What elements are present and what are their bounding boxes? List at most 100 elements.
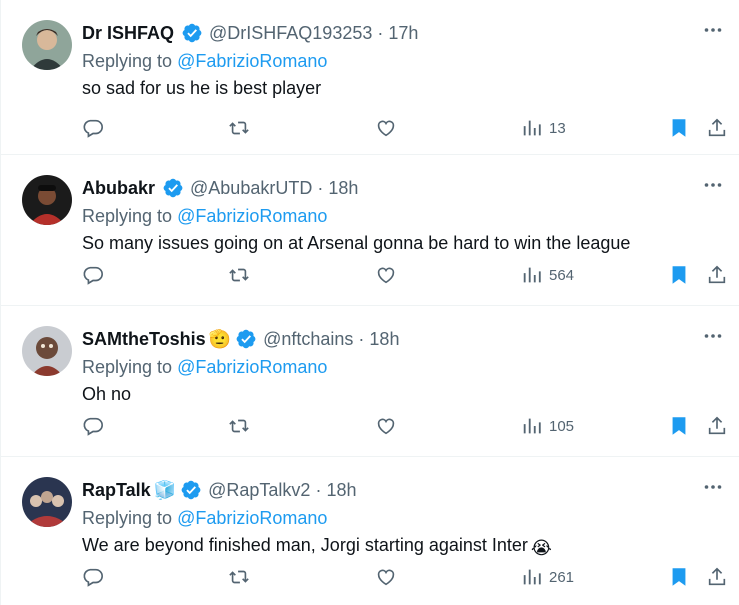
display-name[interactable]: RapTalk xyxy=(82,480,151,501)
replying-to: Replying to @FabrizioRomano xyxy=(82,206,327,227)
avatar[interactable] xyxy=(22,326,72,376)
views-button[interactable]: 564 xyxy=(521,262,574,288)
verified-badge-icon xyxy=(236,329,256,349)
more-icon[interactable] xyxy=(701,324,725,348)
like-icon xyxy=(377,569,395,586)
timestamp[interactable]: 18h xyxy=(369,329,399,350)
views-button[interactable]: 105 xyxy=(521,413,574,439)
separator-dot: · xyxy=(358,328,365,349)
tweet-text-body: We are beyond finished man, Jorgi starti… xyxy=(82,535,528,555)
tweet-header: RapTalk 🧊 @RapTalkv2 · 18h xyxy=(82,478,356,502)
reply-button[interactable] xyxy=(82,262,104,288)
share-button[interactable] xyxy=(706,564,728,590)
bookmark-button[interactable] xyxy=(668,564,690,590)
tweet-text: So many issues going on at Arsenal gonna… xyxy=(82,233,633,254)
reply-tweet[interactable]: RapTalk 🧊 @RapTalkv2 · 18h Replying to @… xyxy=(1,457,739,605)
tweet-header: Abubakr @AbubakrUTD · 18h xyxy=(82,176,358,200)
reply-icon xyxy=(83,266,103,285)
separator-dot: · xyxy=(315,479,322,500)
tweet-text: Oh no xyxy=(82,384,134,405)
share-icon xyxy=(708,118,726,137)
share-button[interactable] xyxy=(706,115,728,141)
reply-button[interactable] xyxy=(82,115,104,141)
mention-link[interactable]: @FabrizioRomano xyxy=(177,508,327,528)
more-icon[interactable] xyxy=(701,475,725,499)
replying-to-label: Replying to xyxy=(82,357,173,377)
bookmark-button[interactable] xyxy=(668,115,690,141)
like-button[interactable] xyxy=(375,115,397,141)
like-icon xyxy=(377,418,395,435)
reply-tweet[interactable]: Abubakr @AbubakrUTD · 18h Replying to @F… xyxy=(1,155,739,306)
bookmark-icon xyxy=(672,119,686,137)
bookmark-button[interactable] xyxy=(668,413,690,439)
views-icon xyxy=(523,569,541,585)
like-button[interactable] xyxy=(375,413,397,439)
bookmark-icon xyxy=(672,266,686,284)
verified-badge-icon xyxy=(181,480,201,500)
replying-to: Replying to @FabrizioRomano xyxy=(82,357,327,378)
views-icon xyxy=(523,120,541,136)
tweet-text-body: Oh no xyxy=(82,384,132,404)
share-button[interactable] xyxy=(706,262,728,288)
retweet-icon xyxy=(229,419,249,433)
share-icon xyxy=(708,265,726,284)
timestamp[interactable]: 17h xyxy=(388,23,418,44)
tweet-text: so sad for us he is best player xyxy=(82,78,324,99)
retweet-button[interactable] xyxy=(228,262,250,288)
share-icon xyxy=(708,416,726,435)
mention-link[interactable]: @FabrizioRomano xyxy=(177,51,327,71)
tweet-header: Dr ISHFAQ @DrISHFAQ193253 · 17h xyxy=(82,21,418,45)
display-name[interactable]: Dr ISHFAQ xyxy=(82,23,174,44)
handle[interactable]: @RapTalkv2 xyxy=(208,480,310,501)
views-button[interactable]: 13 xyxy=(521,115,566,141)
name-emoji: 🧊 xyxy=(153,479,177,500)
avatar[interactable] xyxy=(22,477,72,527)
views-button[interactable]: 261 xyxy=(521,564,574,590)
replying-to-label: Replying to xyxy=(82,508,173,528)
reply-button[interactable] xyxy=(82,413,104,439)
retweet-icon xyxy=(229,268,249,282)
mention-link[interactable]: @FabrizioRomano xyxy=(177,206,327,226)
avatar[interactable] xyxy=(22,20,72,70)
handle[interactable]: @DrISHFAQ193253 xyxy=(209,23,372,44)
reply-tweet[interactable]: SAMtheToshis 🫡 @nftchains · 18h Replying… xyxy=(1,306,739,457)
tweet-text-emoji: 😭 xyxy=(530,538,552,558)
name-emoji: 🫡 xyxy=(208,328,232,349)
timestamp[interactable]: 18h xyxy=(326,480,356,501)
views-count: 261 xyxy=(549,568,575,586)
views-icon xyxy=(523,418,541,434)
views-count: 13 xyxy=(549,119,566,137)
replying-to: Replying to @FabrizioRomano xyxy=(82,51,327,72)
more-icon[interactable] xyxy=(701,173,725,197)
replying-to-label: Replying to xyxy=(82,206,173,226)
handle[interactable]: @AbubakrUTD xyxy=(190,178,312,199)
views-count: 105 xyxy=(549,417,575,435)
bookmark-button[interactable] xyxy=(668,262,690,288)
like-icon xyxy=(377,267,395,284)
retweet-button[interactable] xyxy=(228,413,250,439)
mention-link[interactable]: @FabrizioRomano xyxy=(177,357,327,377)
display-name[interactable]: SAMtheToshis xyxy=(82,329,206,350)
like-button[interactable] xyxy=(375,262,397,288)
retweet-icon xyxy=(229,570,249,584)
retweet-button[interactable] xyxy=(228,564,250,590)
reply-tweet[interactable]: Dr ISHFAQ @DrISHFAQ193253 · 17h Replying… xyxy=(1,0,739,155)
separator-dot: · xyxy=(377,22,384,43)
more-icon[interactable] xyxy=(701,18,725,42)
avatar[interactable] xyxy=(22,175,72,225)
timestamp[interactable]: 18h xyxy=(328,178,358,199)
tweet-text: We are beyond finished man, Jorgi starti… xyxy=(82,535,552,559)
like-button[interactable] xyxy=(375,564,397,590)
replying-to: Replying to @FabrizioRomano xyxy=(82,508,327,529)
share-button[interactable] xyxy=(706,413,728,439)
display-name[interactable]: Abubakr xyxy=(82,178,155,199)
tweet-header: SAMtheToshis 🫡 @nftchains · 18h xyxy=(82,327,399,351)
share-icon xyxy=(708,567,726,586)
retweet-button[interactable] xyxy=(228,115,250,141)
handle[interactable]: @nftchains xyxy=(263,329,353,350)
reply-button[interactable] xyxy=(82,564,104,590)
tweet-text-body: So many issues going on at Arsenal gonna… xyxy=(82,233,631,253)
retweet-icon xyxy=(229,121,249,135)
reply-feed: Dr ISHFAQ @DrISHFAQ193253 · 17h Replying… xyxy=(0,0,739,605)
views-icon xyxy=(523,267,541,283)
